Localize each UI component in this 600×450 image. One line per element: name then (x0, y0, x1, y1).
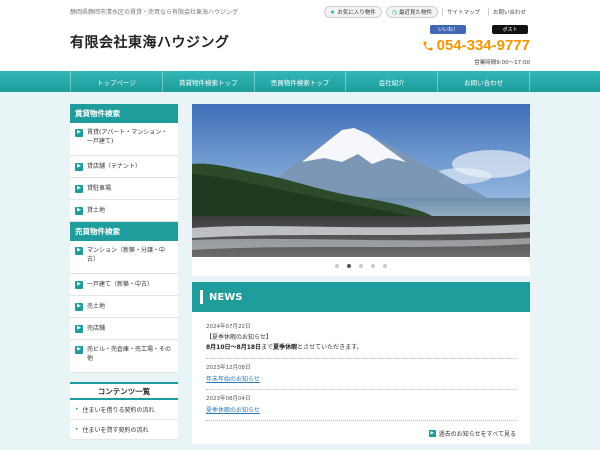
x-post-button[interactable]: ポスト (492, 25, 528, 34)
news-date: 2023年12月08日 (206, 365, 251, 372)
hero-slider[interactable] (192, 104, 530, 276)
arrow-right-icon: ▶ (75, 302, 83, 311)
slider-dot[interactable] (359, 264, 363, 268)
sidebar-item-label: 売土地 (87, 303, 106, 310)
news-section: NEWS 2024年07月22日 【夏季休暇のお知らせ】 8月10日～8月18日… (192, 282, 530, 445)
bullet-icon: • (75, 406, 79, 413)
sidebar-item-label: 貸土地 (87, 207, 106, 214)
nav-contact[interactable]: お問い合わせ (438, 71, 530, 92)
contents-item-label: 住まいを借りる契約の流れ (82, 407, 155, 414)
sidebar-item-sale-mansion[interactable]: ▶ マンション（新築・分譲・中古） (70, 241, 178, 274)
nav-rent-search[interactable]: 賃貸物件検索トップ (163, 71, 255, 92)
sitemap-link[interactable]: サイトマップ (441, 8, 484, 16)
arrow-right-icon: ▶ (75, 247, 83, 255)
slider-dots (192, 257, 530, 268)
arrow-right-icon: ▶ (75, 184, 83, 193)
site-tagline: 静岡県静岡市清水区の賃貸・売買なら有限会社東海ハウジング (70, 9, 239, 16)
site-logo[interactable]: 有限会社東海ハウジング (70, 32, 230, 52)
contents-item-label: 住まいを貸す契約の流れ (82, 427, 149, 434)
sidebar-item-label: マンション（新築・分譲・中古） (87, 247, 166, 263)
news-bold: 8月10日～8月18日 (206, 343, 262, 351)
arrow-right-icon: ▶ (75, 162, 83, 171)
nav-sale-search[interactable]: 売買物件検索トップ (255, 71, 347, 92)
news-more-label: 過去のお知らせをすべて見る (438, 431, 516, 439)
favorites-button[interactable]: ★ お気に入り物件 (323, 6, 382, 18)
contents-list: コンテンツ一覧 • 住まいを借りる契約の流れ • 住まいを貸す契約の流れ (70, 382, 178, 440)
phone-number[interactable]: 054-334-9777 (422, 37, 530, 54)
sidebar-item-rent-parking[interactable]: ▶ 貸駐車場 (70, 178, 178, 200)
contents-heading: コンテンツ一覧 (70, 382, 178, 400)
news-item: 2024年07月22日 【夏季休暇のお知らせ】 8月10日～8月18日まで夏季休… (206, 318, 516, 360)
contents-item-rent-flow[interactable]: • 住まいを借りる契約の流れ (70, 400, 178, 420)
news-header: NEWS (192, 282, 530, 312)
news-bold: 夏季休暇 (273, 343, 298, 351)
sidebar-item-label: 売ビル・売倉庫・売工場・その他 (87, 346, 172, 362)
bullet-icon: • (75, 426, 79, 433)
recent-button[interactable]: ◷ 最近見た物件 (385, 6, 438, 18)
utility-bar: ★ お気に入り物件 ◷ 最近見た物件 サイトマップ お問い合わせ (323, 6, 530, 18)
sidebar-item-sale-building[interactable]: ▶ 売ビル・売倉庫・売工場・その他 (70, 340, 178, 373)
sidebar-item-label: 貸店舗（テナント） (87, 163, 142, 170)
arrow-right-icon: ▶ (428, 430, 436, 438)
business-hours: 営業時間9:00～17:00 (474, 60, 530, 66)
slider-dot-active[interactable] (347, 264, 351, 268)
recent-label: 最近見た物件 (398, 10, 432, 16)
sidebar-item-label: 賃貸(アパート・マンション・一戸建て) (87, 129, 168, 145)
news-span: まで (261, 343, 274, 351)
global-nav: トップページ 賃貸物件検索トップ 売買物件検索トップ 会社紹介 お問い合わせ (0, 71, 600, 92)
mount-fuji-photo (192, 104, 530, 257)
sidebar-item-rent-store[interactable]: ▶ 貸店舗（テナント） (70, 156, 178, 178)
main-content: NEWS 2024年07月22日 【夏季休暇のお知らせ】 8月10日～8月18日… (192, 104, 530, 445)
sidebar-item-label: 売店舗 (87, 325, 106, 332)
sidebar-item-sale-house[interactable]: ▶ 一戸建て（新築・中古） (70, 274, 178, 296)
sidebar: 賃貸物件検索 ▶ 賃貸(アパート・マンション・一戸建て) ▶ 貸店舗（テナント）… (70, 104, 178, 373)
arrow-right-icon: ▶ (75, 206, 83, 215)
slider-dot[interactable] (383, 264, 387, 268)
phone-text: 054-334-9777 (436, 37, 530, 54)
news-line: 8月10日～8月18日まで夏季休暇とさせていただきます。 (206, 343, 516, 353)
nav-company[interactable]: 会社紹介 (346, 71, 439, 92)
news-title: NEWS (209, 291, 243, 303)
x-post-label: ポスト (502, 27, 518, 33)
news-span: とさせていただきます。 (297, 343, 363, 351)
heading-bar (200, 290, 203, 304)
news-date: 2023年08月04日 (206, 396, 251, 403)
arrow-right-icon: ▶ (75, 129, 83, 137)
sidebar-item-sale-land[interactable]: ▶ 売土地 (70, 296, 178, 318)
star-icon: ★ (329, 8, 336, 16)
facebook-like-button[interactable]: いいね！ (430, 25, 466, 34)
fb-like-label: いいね！ (437, 27, 458, 33)
arrow-right-icon: ▶ (75, 280, 83, 289)
sidebar-item-label: 貸駐車場 (87, 185, 112, 192)
news-link[interactable]: 夏季休暇のお知らせ (206, 405, 516, 414)
news-item: 2023年12月08日 年末年始のお知らせ (206, 359, 516, 391)
news-item: 2023年08月04日 夏季休暇のお知らせ (206, 390, 516, 422)
sidebar-item-label: 一戸建て（新築・中古） (87, 281, 154, 288)
news-more-link[interactable]: ▶ 過去のお知らせをすべて見る (206, 421, 516, 444)
news-date: 2024年07月22日 (206, 324, 251, 330)
social-buttons: いいね！ ポスト (430, 25, 528, 34)
news-line: 【夏季休暇のお知らせ】 (206, 334, 272, 341)
contents-item-lease-flow[interactable]: • 住まいを貸す契約の流れ (70, 420, 178, 440)
sidebar-item-rent-land[interactable]: ▶ 貸土地 (70, 200, 178, 222)
contact-link[interactable]: お問い合わせ (487, 8, 530, 16)
phone-icon (423, 41, 433, 50)
news-link[interactable]: 年末年始のお知らせ (206, 374, 516, 383)
news-text: 【夏季休暇のお知らせ】 8月10日～8月18日まで夏季休暇とさせていただきます。 (206, 333, 516, 352)
sale-search-heading: 売買物件検索 (70, 222, 178, 241)
arrow-right-icon: ▶ (75, 346, 83, 354)
sidebar-item-rent-residential[interactable]: ▶ 賃貸(アパート・マンション・一戸建て) (70, 123, 178, 156)
clock-icon: ◷ (391, 8, 397, 16)
sidebar-item-sale-store[interactable]: ▶ 売店舗 (70, 318, 178, 340)
slider-dot[interactable] (371, 264, 375, 268)
arrow-right-icon: ▶ (75, 324, 83, 333)
nav-top[interactable]: トップページ (70, 71, 163, 92)
rent-search-heading: 賃貸物件検索 (70, 104, 178, 123)
favorites-label: お気に入り物件 (337, 10, 376, 16)
slider-dot[interactable] (335, 264, 339, 268)
